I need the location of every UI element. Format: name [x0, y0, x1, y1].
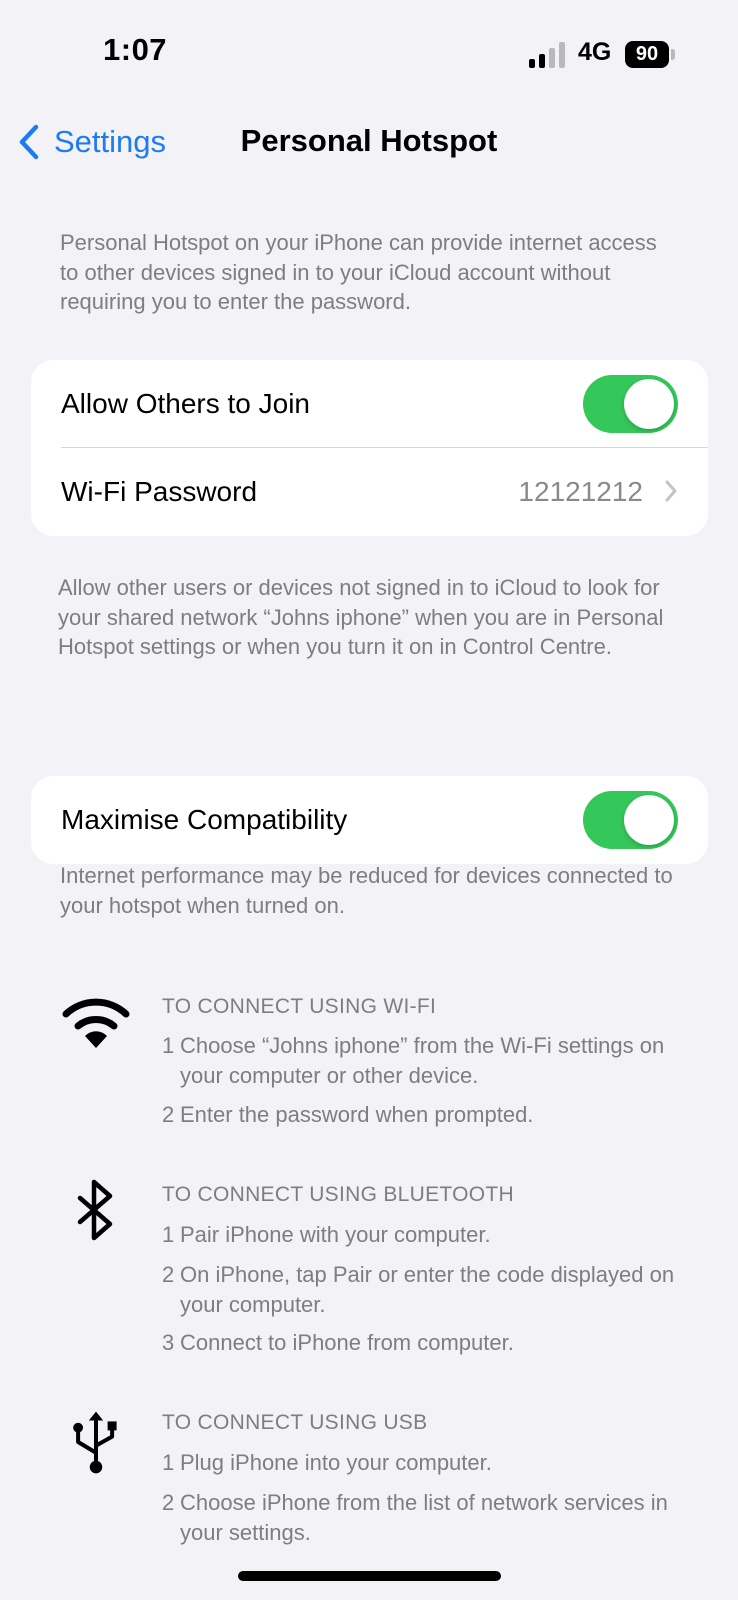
allow-others-footer: Allow other users or devices not signed … [58, 575, 664, 659]
maximise-compatibility-row: Maximise Compatibility [31, 776, 708, 864]
allow-others-row: Allow Others to Join [31, 360, 708, 448]
wifi-password-row[interactable]: Wi-Fi Password 12121212 [31, 448, 708, 536]
status-time: 1:07 [103, 32, 168, 67]
step-text: On iPhone, tap Pair or enter the code di… [180, 1262, 675, 1317]
wifi-step: 2 Enter the password when prompted. [162, 1100, 702, 1130]
page-title-text: Personal Hotspot [240, 123, 498, 158]
step-text: Connect to iPhone from computer. [180, 1330, 514, 1355]
wifi-instructions-title: TO CONNECT USING WI-FI [162, 995, 437, 1018]
wifi-password-value: 12121212 [518, 476, 643, 507]
step-text: Choose iPhone from the list of network s… [180, 1490, 668, 1545]
cellular-signal-icon [529, 42, 565, 68]
battery-level: 90 [635, 43, 659, 65]
wifi-icon [62, 998, 130, 1048]
step-number: 2 [162, 1490, 175, 1515]
wifi-password-label: Wi-Fi Password [61, 476, 258, 507]
usb-step: 2 Choose iPhone from the list of network… [162, 1488, 702, 1547]
bluetooth-step: 3 Connect to iPhone from computer. [162, 1328, 702, 1358]
allow-others-label: Allow Others to Join [61, 388, 310, 419]
usb-icon [73, 1411, 117, 1474]
toggle-knob [624, 379, 674, 429]
compatibility-footer: Internet performance may be reduced for … [60, 863, 673, 918]
chevron-right-icon [665, 480, 677, 502]
home-indicator[interactable] [238, 1571, 501, 1581]
battery-icon: 90 [625, 41, 669, 68]
step-number: 1 [162, 1450, 175, 1475]
step-number: 1 [162, 1222, 175, 1247]
battery-tip [671, 49, 675, 60]
network-type: 4G [578, 38, 612, 66]
usb-instructions-title: TO CONNECT USING USB [162, 1411, 428, 1434]
step-text: Enter the password when prompted. [180, 1102, 534, 1127]
compatibility-group: Maximise Compatibility [31, 776, 708, 864]
allow-others-toggle[interactable] [583, 375, 678, 433]
bluetooth-step: 2 On iPhone, tap Pair or enter the code … [162, 1260, 702, 1319]
toggle-knob [624, 795, 674, 845]
step-text: Pair iPhone with your computer. [180, 1222, 491, 1247]
step-text: Choose “Johns iphone” from the Wi-Fi set… [180, 1033, 665, 1088]
usb-step: 1 Plug iPhone into your computer. [162, 1448, 702, 1478]
bluetooth-icon [77, 1179, 113, 1241]
maximise-compatibility-toggle[interactable] [583, 791, 678, 849]
maximise-compatibility-label: Maximise Compatibility [61, 804, 348, 835]
wifi-step: 1 Choose “Johns iphone” from the Wi-Fi s… [162, 1031, 702, 1090]
page-title: Personal Hotspot [0, 123, 738, 159]
step-number: 3 [162, 1330, 175, 1355]
step-number: 1 [162, 1033, 175, 1058]
step-text: Plug iPhone into your computer. [180, 1450, 492, 1475]
hotspot-settings-group: Allow Others to Join Wi-Fi Password 1212… [31, 360, 708, 536]
intro-description: Personal Hotspot on your iPhone can prov… [60, 230, 657, 314]
bluetooth-instructions-title: TO CONNECT USING BLUETOOTH [162, 1183, 515, 1206]
step-number: 2 [162, 1262, 175, 1287]
bluetooth-step: 1 Pair iPhone with your computer. [162, 1220, 702, 1250]
step-number: 2 [162, 1102, 175, 1127]
